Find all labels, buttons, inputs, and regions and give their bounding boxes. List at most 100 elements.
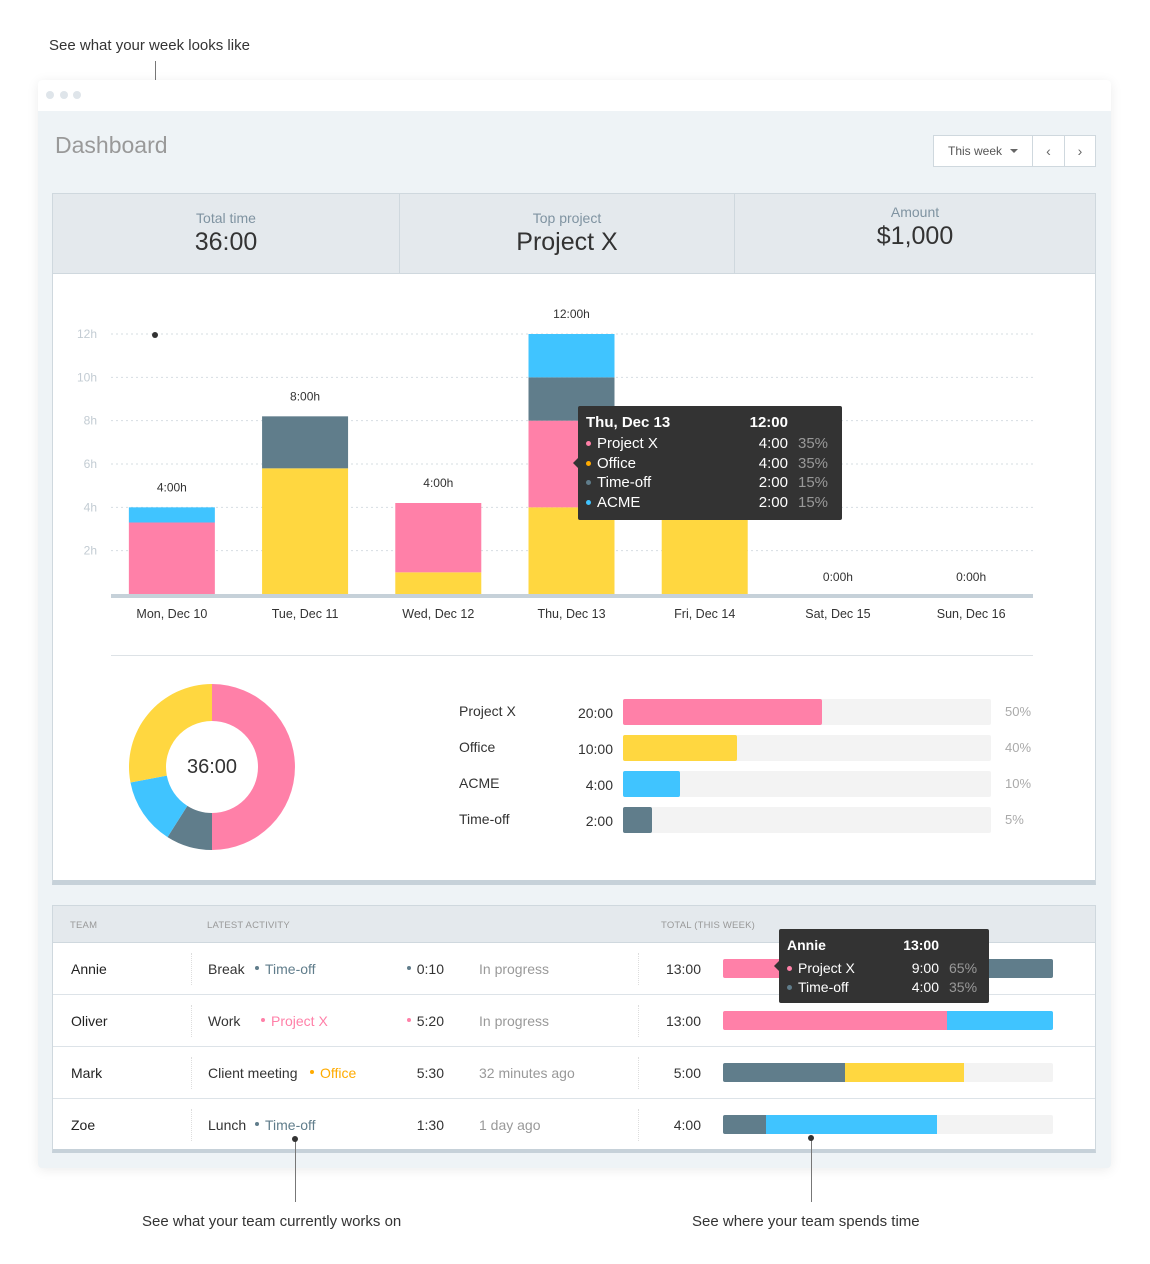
tooltip-row-pct: 65% (949, 960, 978, 976)
project-bar-track (623, 699, 991, 725)
window-titlebar (38, 80, 1111, 111)
y-tick-label: 10h (77, 370, 97, 384)
team-member-total: 4:00 (673, 1117, 701, 1133)
activity-status: 1 day ago (479, 1117, 541, 1133)
range-select-label: This week (947, 144, 1003, 158)
tooltip-row-pct: 35% (798, 454, 829, 472)
team-time-segment-acme (947, 1011, 1053, 1030)
activity-duration: 5:30 (403, 1065, 444, 1081)
tooltip-title: Thu, Dec 13 (586, 414, 671, 431)
range-select[interactable]: This week (934, 136, 1033, 166)
team-time-bar (723, 1115, 1053, 1134)
stats-bar: Total time 36:00 Top project Project X A… (52, 193, 1096, 274)
activity-project-label: Time-off (265, 1117, 316, 1133)
activity-project: Project X (261, 1013, 328, 1029)
project-percent: 10% (1005, 776, 1032, 791)
team-member-name: Zoe (71, 1117, 96, 1133)
project-bar-track (623, 735, 991, 761)
tooltip-row: Office 4:00 35% (586, 455, 834, 475)
team-row[interactable]: Mark Client meeting Office 5:30 32 minutes a… (53, 1047, 1095, 1099)
dashboard-window: Dashboard This week ‹ › Total time 36:00… (38, 80, 1111, 1168)
stat-value: $1,000 (876, 222, 954, 250)
window-dot (46, 91, 54, 99)
team-member-name: Annie (71, 961, 107, 977)
pointer-dot-time (808, 1135, 814, 1141)
activity-name: Client meeting (208, 1065, 298, 1081)
pointer-dot-week (152, 332, 158, 338)
window-dot (73, 91, 81, 99)
activity-status: In progress (479, 1013, 550, 1029)
bar-segment-office (528, 507, 615, 594)
project-name: ACME (459, 775, 500, 791)
bar-total-label: 0:00h (823, 570, 853, 584)
bullet-icon (586, 441, 591, 446)
tooltip-total: 12:00 (749, 414, 788, 431)
tooltip-row-name: Project X (597, 435, 658, 452)
team-row[interactable]: Zoe Lunch Time-off 1:30 1 day ago 4:00 (53, 1099, 1095, 1151)
stat-value: Project X (516, 228, 618, 256)
bar-total-label: 12:00h (553, 307, 590, 321)
x-tick-label: Sat, Dec 15 (805, 607, 870, 621)
bar-segment-office (395, 572, 482, 594)
y-tick-label: 12h (77, 327, 97, 341)
tooltip-title: Annie (787, 937, 826, 953)
bar-segment-project-x (395, 503, 482, 573)
bullet-icon (787, 966, 792, 971)
column-separator (191, 1005, 192, 1037)
caption-team-time: See where your team spends time (692, 1213, 920, 1230)
bullet-icon (586, 460, 591, 466)
column-separator (191, 1109, 192, 1141)
activity-project: Office (310, 1065, 356, 1081)
stat-label: Amount (890, 204, 940, 220)
activity-name: Break (208, 961, 245, 977)
team-time-segment-time-off (723, 1115, 766, 1134)
bullet-icon (255, 1122, 259, 1127)
tooltip-row-time: 4:00 (758, 454, 788, 472)
chart-tooltip: Thu, Dec 13 12:00 Project X 4:00 35% Office… (573, 406, 842, 520)
donut-center-label: 36:00 (186, 755, 238, 778)
bar-segment-office (262, 468, 349, 594)
page-title: Dashboard (55, 132, 168, 158)
project-bar-fill (623, 699, 822, 725)
next-week-button[interactable]: › (1064, 136, 1095, 166)
bar-segment-project-x (128, 522, 215, 594)
team-tooltip: Annie 13:00 Project X 9:00 65% Time-off 4:00… (774, 929, 989, 1003)
team-table: TEAM LATEST ACTIVITY TOTAL (THIS WEEK) A… (52, 905, 1096, 1153)
stat-value: 36:00 (194, 228, 258, 256)
tooltip-row: Project X 9:00 65% (787, 960, 981, 980)
tooltip-arrow (573, 458, 578, 468)
tooltip-row-pct: 35% (798, 435, 829, 452)
team-member-total: 5:00 (673, 1065, 701, 1081)
column-header-activity: LATEST ACTIVITY (207, 920, 290, 931)
activity-project: Time-off (255, 1117, 316, 1133)
section-divider (111, 655, 1033, 656)
bar-total-label: 0:00h (956, 570, 986, 584)
tooltip-row-time: 9:00 (911, 960, 939, 976)
bullet-icon (586, 480, 591, 485)
tooltip-row-name: Project X (798, 960, 855, 976)
tooltip-row: Project X 4:00 35% (586, 435, 834, 455)
activity-duration: 0:10 (403, 961, 444, 977)
column-separator (638, 1109, 639, 1141)
bullet-icon (787, 984, 792, 990)
column-separator (191, 953, 192, 985)
tooltip-total: 13:00 (903, 937, 939, 953)
project-name: Time-off (459, 811, 510, 827)
team-member-name: Oliver (71, 1013, 108, 1029)
caption-week: See what your week looks like (49, 37, 250, 54)
tooltip-row-name: Office (597, 454, 636, 472)
stat-total-time: Total time 36:00 (53, 194, 400, 273)
project-percent: 50% (1005, 704, 1032, 719)
tooltip-arrow (774, 961, 779, 971)
project-time: 20:00 (577, 705, 613, 721)
team-time-segment-time-off (723, 1063, 846, 1082)
project-time: 10:00 (577, 741, 613, 757)
tooltip-row-name: Time-off (597, 474, 652, 491)
bar-segment-acme (128, 507, 215, 523)
bullet-icon (261, 1018, 265, 1023)
x-tick-label: Fri, Dec 14 (674, 607, 735, 621)
project-row: Project X 20:00 50% (459, 699, 1059, 725)
activity-project-label: Office (320, 1065, 357, 1081)
bullet-icon (310, 1070, 314, 1075)
prev-week-button[interactable]: ‹ (1033, 136, 1064, 166)
